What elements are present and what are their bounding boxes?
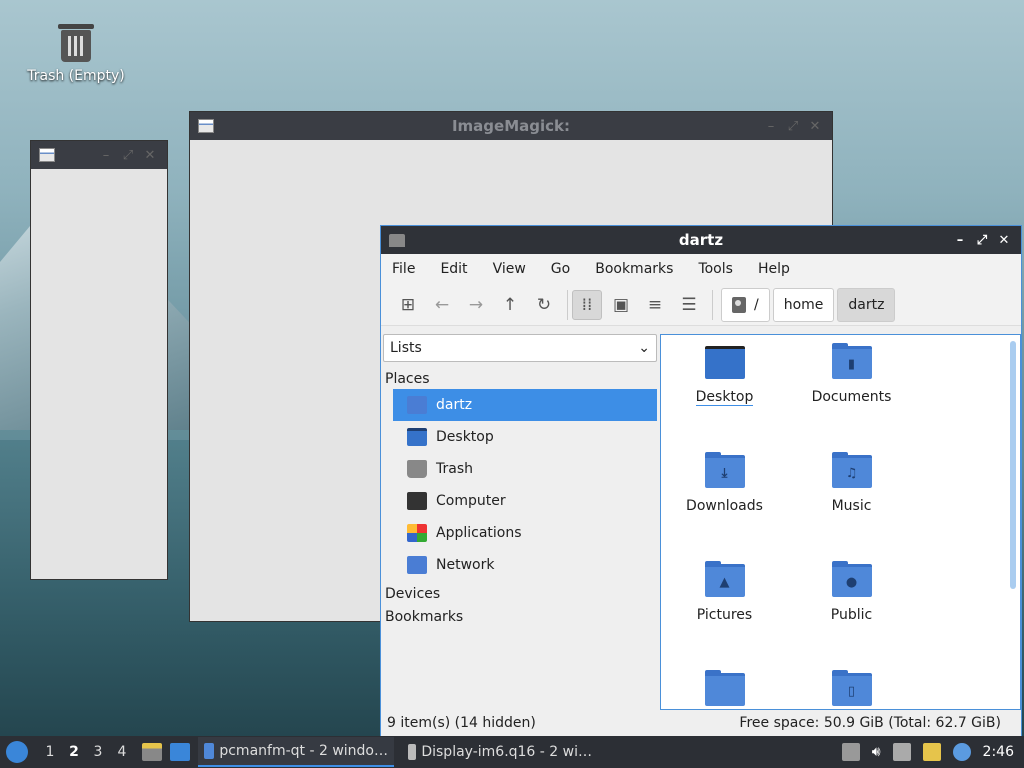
menu-view[interactable]: View xyxy=(493,261,526,277)
window-title: dartz xyxy=(678,231,724,249)
task-pcmanfm[interactable]: pcmanfm-qt - 2 windo… xyxy=(198,737,394,767)
up-arrow-icon[interactable]: ↑ xyxy=(495,290,525,320)
maximize-button[interactable]: ⤢ xyxy=(119,148,137,163)
place-network[interactable]: Network xyxy=(393,549,657,581)
file-item-music[interactable]: ♫ Music xyxy=(788,452,915,561)
network-icon xyxy=(407,556,427,574)
desktop-trash-label: Trash (Empty) xyxy=(27,68,125,84)
pictures-folder-icon: ▲ xyxy=(704,561,745,597)
workspace-4[interactable]: 4 xyxy=(110,744,134,760)
clipboard-icon[interactable] xyxy=(922,743,941,761)
menu-go[interactable]: Go xyxy=(551,261,570,277)
bookmarks-heading[interactable]: Bookmarks xyxy=(383,604,657,627)
templates-folder-icon: ▯ xyxy=(831,670,872,706)
imagemagick-titlebar[interactable]: ImageMagick: – ⤢ ✕ xyxy=(190,112,832,140)
back-arrow-icon[interactable]: ← xyxy=(427,290,457,320)
folder-icon xyxy=(204,743,215,759)
file-manager-window[interactable]: dartz – ⤢ ✕ File Edit View Go Bookmarks … xyxy=(380,225,1022,737)
network-icon[interactable] xyxy=(892,743,911,761)
thumbnail-view-icon[interactable]: ▣ xyxy=(606,290,636,320)
file-item-documents[interactable]: ▮ Documents xyxy=(788,343,915,452)
status-bar: 9 item(s) (14 hidden) Free space: 50.9 G… xyxy=(381,710,1021,736)
desktop-icon xyxy=(407,428,427,446)
workspace-3[interactable]: 3 xyxy=(86,744,110,760)
forward-arrow-icon[interactable]: → xyxy=(461,290,491,320)
workspace-1[interactable]: 1 xyxy=(38,744,62,760)
menu-file[interactable]: File xyxy=(392,261,415,277)
place-dartz[interactable]: dartz xyxy=(393,389,657,421)
file-item-public[interactable]: ● Public xyxy=(788,561,915,670)
menu-edit[interactable]: Edit xyxy=(440,261,467,277)
file-item-downloads[interactable]: ⤓ Downloads xyxy=(661,452,788,561)
menu-bar: File Edit View Go Bookmarks Tools Help xyxy=(381,254,1021,284)
system-tray: 🔊︎ 2:46 xyxy=(841,743,1024,761)
blank-window-titlebar[interactable]: – ⤢ ✕ xyxy=(31,141,167,169)
detailed-list-view-icon[interactable]: ☰ xyxy=(674,290,704,320)
toolbar: ⊞ ← → ↑ ↻ ⁞⁞ ▣ ≡ ☰ / home dartz xyxy=(381,284,1021,326)
notification-icon[interactable] xyxy=(952,743,971,761)
applications-icon xyxy=(407,524,427,542)
file-item-folder[interactable] xyxy=(661,670,788,709)
free-space: Free space: 50.9 GiB (Total: 62.7 GiB) xyxy=(739,715,1001,731)
window-title: ImageMagick: xyxy=(451,117,571,135)
side-pane-mode-select[interactable]: Lists ⌄ xyxy=(383,334,657,362)
file-manager-launcher-icon[interactable] xyxy=(142,743,162,761)
drive-icon xyxy=(732,296,746,313)
places-heading[interactable]: Places xyxy=(383,366,657,389)
vertical-scrollbar[interactable] xyxy=(1010,341,1016,589)
start-menu-icon[interactable] xyxy=(6,741,28,763)
file-view[interactable]: Desktop ▮ Documents ⤓ Downloads ♫ Music … xyxy=(660,334,1021,710)
file-manager-titlebar[interactable]: dartz – ⤢ ✕ xyxy=(381,226,1021,254)
path-root[interactable]: / xyxy=(721,287,770,322)
side-pane: Lists ⌄ Places dartz Desktop Trash Compu… xyxy=(383,334,657,714)
minimize-button[interactable]: – xyxy=(97,148,115,163)
computer-icon xyxy=(407,492,427,510)
path-segment-dartz[interactable]: dartz xyxy=(837,287,896,322)
blank-window[interactable]: – ⤢ ✕ xyxy=(30,140,168,580)
folder-icon xyxy=(704,670,745,706)
compact-view-icon[interactable]: ≡ xyxy=(640,290,670,320)
path-segment-home[interactable]: home xyxy=(772,287,835,322)
task-display-im6[interactable]: Display-im6.q16 - 2 wi… xyxy=(402,737,598,767)
taskbar: 1 2 3 4 pcmanfm-qt - 2 windo… Display-im… xyxy=(0,736,1024,768)
menu-bookmarks[interactable]: Bookmarks xyxy=(595,261,673,277)
reload-icon[interactable]: ↻ xyxy=(529,290,559,320)
public-folder-icon: ● xyxy=(831,561,872,597)
place-trash[interactable]: Trash xyxy=(393,453,657,485)
window-icon xyxy=(408,744,417,760)
file-item-desktop[interactable]: Desktop xyxy=(661,343,788,452)
trash-icon xyxy=(407,460,427,478)
volume-icon[interactable]: 🔊︎ xyxy=(872,744,881,760)
icon-view-icon[interactable]: ⁞⁞ xyxy=(572,289,602,320)
home-folder-icon xyxy=(407,396,427,414)
desktop-trash[interactable]: Trash (Empty) xyxy=(26,24,126,84)
chevron-down-icon: ⌄ xyxy=(638,340,650,356)
place-applications[interactable]: Applications xyxy=(393,517,657,549)
workspace-2[interactable]: 2 xyxy=(62,744,86,760)
place-computer[interactable]: Computer xyxy=(393,485,657,517)
music-folder-icon: ♫ xyxy=(831,452,872,488)
new-tab-icon[interactable]: ⊞ xyxy=(393,290,423,320)
place-desktop[interactable]: Desktop xyxy=(393,421,657,453)
file-item-pictures[interactable]: ▲ Pictures xyxy=(661,561,788,670)
devices-heading[interactable]: Devices xyxy=(383,581,657,604)
eject-icon[interactable] xyxy=(841,743,860,761)
downloads-folder-icon: ⤓ xyxy=(704,452,745,488)
item-count: 9 item(s) (14 hidden) xyxy=(387,715,536,731)
path-bar: / home dartz xyxy=(721,287,896,322)
menu-help[interactable]: Help xyxy=(758,261,790,277)
documents-folder-icon: ▮ xyxy=(831,343,872,379)
trash-icon xyxy=(58,24,94,64)
close-button[interactable]: ✕ xyxy=(141,148,159,163)
window-icon xyxy=(39,148,55,162)
file-item-templates[interactable]: ▯ xyxy=(788,670,915,709)
clock[interactable]: 2:46 xyxy=(983,744,1020,760)
show-desktop-icon[interactable] xyxy=(170,743,190,761)
desktop-folder-icon xyxy=(704,343,745,379)
menu-tools[interactable]: Tools xyxy=(698,261,733,277)
